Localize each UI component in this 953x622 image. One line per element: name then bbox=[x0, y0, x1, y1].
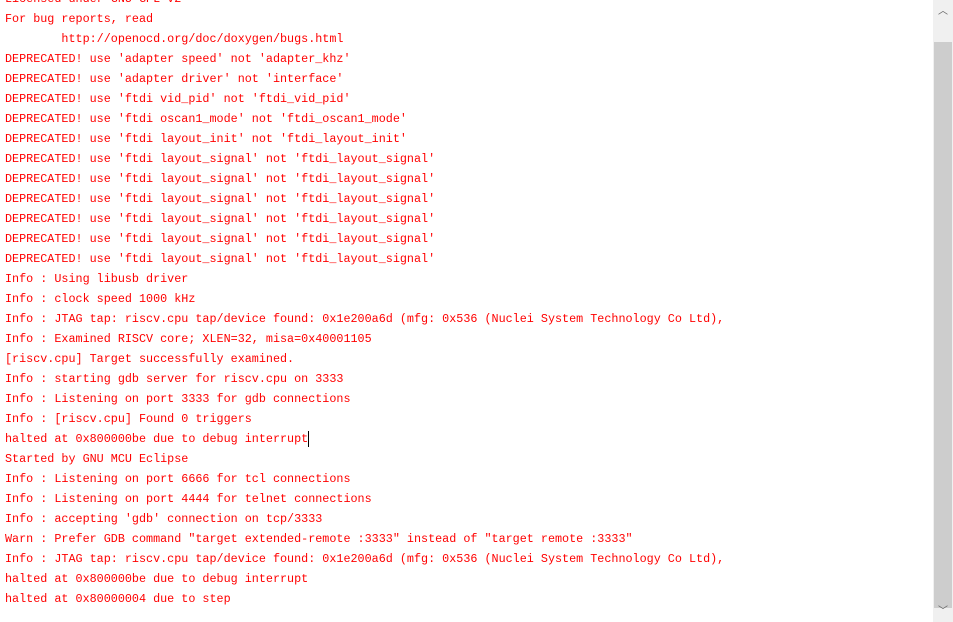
console-line-text: Info : accepting 'gdb' connection on tcp… bbox=[5, 512, 323, 526]
console-line-text: DEPRECATED! use 'ftdi layout_init' not '… bbox=[5, 132, 407, 146]
console-line-text: Info : [riscv.cpu] Found 0 triggers bbox=[5, 412, 252, 426]
console-line-text: halted at 0x800000be due to debug interr… bbox=[5, 572, 309, 586]
console-line-text: http://openocd.org/doc/doxygen/bugs.html bbox=[5, 32, 344, 46]
console-line-text: Info : Listening on port 6666 for tcl co… bbox=[5, 472, 351, 486]
console-line-text: Info : Using libusb driver bbox=[5, 272, 189, 286]
console-line-text: Info : clock speed 1000 kHz bbox=[5, 292, 196, 306]
console-output[interactable]: Licensed under GNU GPL v2 For bug reports… bbox=[0, 0, 933, 622]
console-line: Started by GNU MCU Eclipse bbox=[5, 449, 724, 469]
console-line: DEPRECATED! use 'adapter driver' not 'in… bbox=[5, 69, 724, 89]
console-line-text: DEPRECATED! use 'adapter speed' not 'ada… bbox=[5, 52, 351, 66]
console-line: DEPRECATED! use 'ftdi layout_signal' not… bbox=[5, 149, 724, 169]
console-line: http://openocd.org/doc/doxygen/bugs.html bbox=[5, 29, 724, 49]
console-line-text: DEPRECATED! use 'ftdi layout_signal' not… bbox=[5, 252, 436, 266]
console-line: DEPRECATED! use 'ftdi oscan1_mode' not '… bbox=[5, 109, 724, 129]
console-line-text: Warn : Prefer GDB command "target extend… bbox=[5, 532, 633, 546]
console-line: DEPRECATED! use 'adapter speed' not 'ada… bbox=[5, 49, 724, 69]
console-line: Warn : Prefer GDB command "target extend… bbox=[5, 529, 724, 549]
console-line-text: Info : Listening on port 3333 for gdb co… bbox=[5, 392, 351, 406]
console-line: Info : JTAG tap: riscv.cpu tap/device fo… bbox=[5, 549, 724, 569]
console-line-text: Info : JTAG tap: riscv.cpu tap/device fo… bbox=[5, 312, 725, 326]
chevron-down-icon[interactable]: ﹀ bbox=[933, 602, 953, 622]
console-line: DEPRECATED! use 'ftdi layout_signal' not… bbox=[5, 169, 724, 189]
console-line-text: DEPRECATED! use 'ftdi layout_signal' not… bbox=[5, 212, 436, 226]
console-line-text: Info : JTAG tap: riscv.cpu tap/device fo… bbox=[5, 552, 725, 566]
console-line: DEPRECATED! use 'ftdi layout_init' not '… bbox=[5, 129, 724, 149]
console-line-text: Started by GNU MCU Eclipse bbox=[5, 452, 189, 466]
console-line: halted at 0x80000004 due to step bbox=[5, 589, 724, 609]
console-line: DEPRECATED! use 'ftdi layout_signal' not… bbox=[5, 189, 724, 209]
console-line: DEPRECATED! use 'ftdi layout_signal' not… bbox=[5, 229, 724, 249]
vertical-scrollbar[interactable]: ︿ ﹀ bbox=[933, 0, 953, 622]
console-line: halted at 0x800000be due to debug interr… bbox=[5, 429, 724, 449]
console-line: Info : [riscv.cpu] Found 0 triggers bbox=[5, 409, 724, 429]
console-line: Info : JTAG tap: riscv.cpu tap/device fo… bbox=[5, 309, 724, 329]
console-line: Info : Listening on port 4444 for telnet… bbox=[5, 489, 724, 509]
console-line-text: DEPRECATED! use 'ftdi vid_pid' not 'ftdi… bbox=[5, 92, 351, 106]
console-line-text: DEPRECATED! use 'ftdi layout_signal' not… bbox=[5, 172, 436, 186]
console-line: Info : Listening on port 3333 for gdb co… bbox=[5, 389, 724, 409]
text-caret bbox=[308, 430, 310, 447]
console-line-text: halted at 0x80000004 due to step bbox=[5, 592, 231, 606]
scrollbar-thumb[interactable] bbox=[934, 42, 952, 608]
console-line: Info : Using libusb driver bbox=[5, 269, 724, 289]
console-line-text: Info : Examined RISCV core; XLEN=32, mis… bbox=[5, 332, 372, 346]
console-line-text: DEPRECATED! use 'ftdi layout_signal' not… bbox=[5, 232, 436, 246]
console-line-text: DEPRECATED! use 'adapter driver' not 'in… bbox=[5, 72, 344, 86]
console-lines: Licensed under GNU GPL v2 For bug reports… bbox=[5, 0, 724, 609]
console-line: Licensed under GNU GPL v2 bbox=[5, 0, 724, 9]
console-line: DEPRECATED! use 'ftdi layout_signal' not… bbox=[5, 249, 724, 269]
console-line-text: DEPRECATED! use 'ftdi layout_signal' not… bbox=[5, 192, 436, 206]
console-line-text: DEPRECATED! use 'ftdi oscan1_mode' not '… bbox=[5, 112, 407, 126]
chevron-up-icon[interactable]: ︿ bbox=[933, 2, 953, 22]
console-line: [riscv.cpu] Target successfully examined… bbox=[5, 349, 724, 369]
console-line-text: For bug reports, read bbox=[5, 12, 154, 26]
console-line-text: DEPRECATED! use 'ftdi layout_signal' not… bbox=[5, 152, 436, 166]
console-line: Info : clock speed 1000 kHz bbox=[5, 289, 724, 309]
console-line: Info : starting gdb server for riscv.cpu… bbox=[5, 369, 724, 389]
console-line-text: Info : Listening on port 4444 for telnet… bbox=[5, 492, 372, 506]
console-line-text: Info : starting gdb server for riscv.cpu… bbox=[5, 372, 344, 386]
console-line: For bug reports, read bbox=[5, 9, 724, 29]
console-line: DEPRECATED! use 'ftdi vid_pid' not 'ftdi… bbox=[5, 89, 724, 109]
console-line-text: Licensed under GNU GPL v2 bbox=[5, 0, 181, 6]
console-line-text: [riscv.cpu] Target successfully examined… bbox=[5, 352, 295, 366]
console-line: DEPRECATED! use 'ftdi layout_signal' not… bbox=[5, 209, 724, 229]
console-line: Info : Listening on port 6666 for tcl co… bbox=[5, 469, 724, 489]
console-line-text: halted at 0x800000be due to debug interr… bbox=[5, 432, 309, 446]
console-line: halted at 0x800000be due to debug interr… bbox=[5, 569, 724, 589]
console-line: Info : accepting 'gdb' connection on tcp… bbox=[5, 509, 724, 529]
console-line: Info : Examined RISCV core; XLEN=32, mis… bbox=[5, 329, 724, 349]
